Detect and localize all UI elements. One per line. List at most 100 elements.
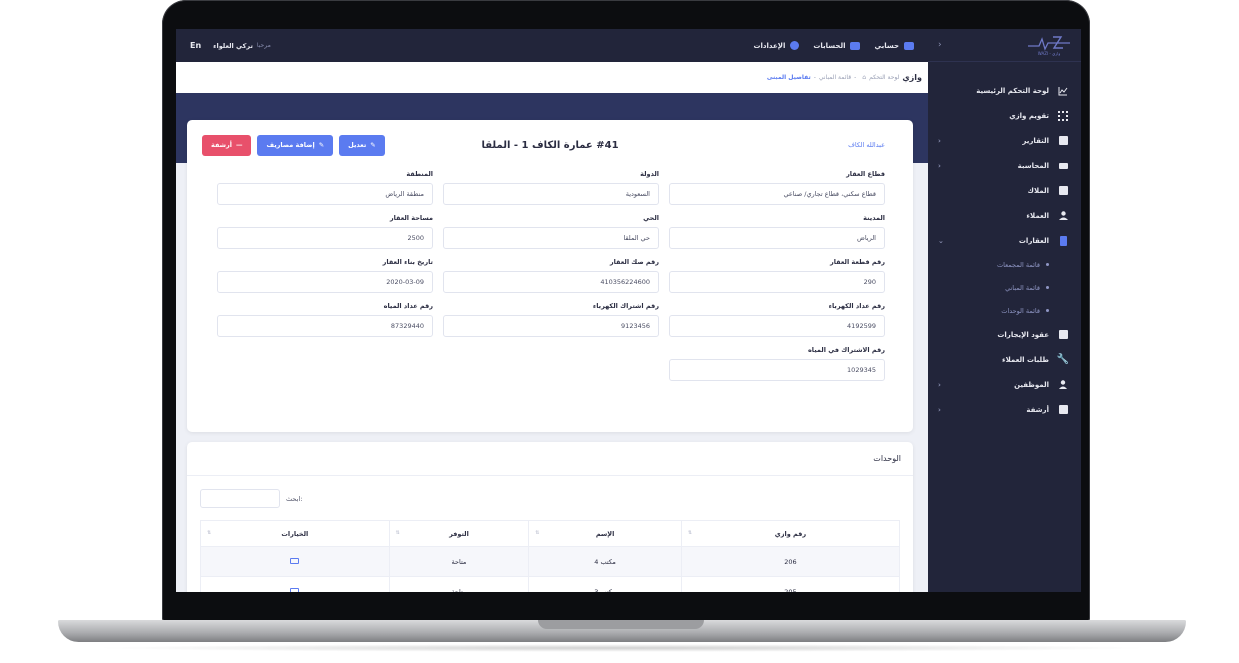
book-icon[interactable]: [290, 587, 300, 592]
column-label: رقم وازي: [774, 529, 807, 538]
building-header: عبدالله الكاف #41 عمارة الكاف 1 - الملقا…: [187, 120, 913, 170]
field-country: الدولة السعودية: [443, 170, 659, 205]
column-header[interactable]: رقم وازي ⇅: [680, 520, 901, 547]
sidebar-subitem-buildings[interactable]: قائمة المباني: [928, 276, 1081, 299]
owner-link[interactable]: عبدالله الكاف: [848, 141, 885, 149]
sidebar-item-client-requests[interactable]: 🔧 طلبات العملاء: [928, 347, 1081, 372]
field-region: المنطقة منطقة الرياض: [217, 170, 433, 205]
sidebar-subitem-complexes[interactable]: قائمة المجمعات: [928, 253, 1081, 276]
my-account-menu[interactable]: حسابي: [874, 41, 914, 50]
wallet-icon: [850, 41, 861, 50]
breadcrumb-buildings[interactable]: قائمة المباني: [819, 74, 851, 81]
sidebar-item-dashboard[interactable]: لوحة التحكم الرئيسية: [928, 78, 1081, 103]
sidebar-item-label: التقارير: [1022, 136, 1049, 145]
sidebar-item-label: الموظفين: [1014, 380, 1049, 389]
field-label: رقم صك العقار: [609, 258, 659, 266]
settings-menu[interactable]: الإعدادات: [753, 41, 800, 50]
column-header[interactable]: الخيارات ⇅: [200, 520, 390, 547]
sort-icon: ⇅: [395, 529, 400, 536]
id-card-icon: [1057, 185, 1069, 197]
field-label: المنطقة: [406, 170, 433, 178]
table-row: 205 مكتب 3 متاحة: [200, 576, 901, 592]
district-value: حي الملقا: [443, 227, 659, 249]
laptop-shadow: [90, 644, 1154, 652]
sidebar-subitem-label: قائمة الوحدات: [1001, 306, 1040, 315]
sidebar-item-properties[interactable]: العقارات ⌄: [928, 228, 1081, 253]
sidebar-item-employees[interactable]: الموظفين ‹: [928, 372, 1081, 397]
logo[interactable]: وازي - WAZI: [1027, 35, 1071, 56]
wrench-icon: 🔧: [1056, 354, 1070, 365]
chevron-left-icon: ‹: [938, 405, 941, 414]
sidebar-item-reports[interactable]: التقارير ‹: [928, 128, 1081, 153]
unit-options-cell: [200, 546, 390, 577]
sidebar-item-owners[interactable]: الملاك: [928, 178, 1081, 203]
field-water-subscription: رقم الاشتراك في المياه 1029345: [669, 346, 885, 381]
sidebar: وازي - WAZI ‹ لوحة التحكم الرئيسية تقويم…: [928, 29, 1081, 592]
unit-name-cell: مكتب 3: [528, 576, 682, 592]
sidebar-subitem-units[interactable]: قائمة الوحدات: [928, 299, 1081, 322]
sidebar-item-clients[interactable]: العملاء: [928, 203, 1081, 228]
user-name[interactable]: تركي العلواء: [213, 42, 253, 50]
edit-button-label: تعديل: [348, 141, 367, 149]
water-meter-value: 87329440: [217, 315, 433, 337]
field-label: مساحة العقار: [389, 214, 433, 222]
user-icon: [1057, 379, 1069, 391]
sidebar-item-label: طلبات العملاء: [1002, 355, 1049, 364]
bullet-icon: [1046, 286, 1049, 289]
sidebar-item-archive[interactable]: أرشفة ‹: [928, 397, 1081, 422]
book-icon[interactable]: [290, 557, 300, 564]
water-subscription-value: 1029345: [669, 359, 885, 381]
chart-line-icon: [1057, 85, 1069, 97]
sidebar-item-label: الملاك: [1027, 186, 1049, 195]
logo-mark-icon: [1028, 35, 1070, 51]
country-value: السعودية: [443, 183, 659, 205]
area-value: 2500: [217, 227, 433, 249]
breadcrumb-current: تفاصيل المبنى: [766, 74, 811, 81]
welcome-text: مرحبا: [256, 42, 271, 49]
report-file-icon: [1057, 135, 1069, 147]
collapse-sidebar-icon[interactable]: ‹: [938, 40, 942, 50]
field-deed: رقم صك العقار 410356224600: [443, 258, 659, 293]
column-label: التوفر: [449, 529, 469, 538]
field-water-meter: رقم عداد المياه 87329440: [217, 302, 433, 337]
language-switch[interactable]: En: [190, 41, 201, 50]
main-content: عبدالله الكاف #41 عمارة الكاف 1 - الملقا…: [176, 93, 928, 592]
briefcase-icon: [904, 41, 914, 50]
field-label: رقم عداد المياه: [383, 302, 433, 310]
sidebar-item-accounting[interactable]: المحاسبة ‹: [928, 153, 1081, 178]
chevron-left-icon: ‹: [938, 380, 941, 389]
user-area: مرحبا تركي العلواء En: [190, 41, 271, 50]
unit-options-cell: [200, 576, 390, 592]
sort-icon: ⇅: [207, 529, 212, 536]
add-expenses-button[interactable]: ✎ إضافة مصاريف: [257, 134, 334, 156]
sidebar-item-leases[interactable]: عقود الإيجارات: [928, 322, 1081, 347]
sort-icon: ⇅: [687, 529, 693, 536]
add-expenses-label: إضافة مصاريف: [266, 141, 315, 149]
field-label: قطاع العقار: [846, 170, 885, 178]
breadcrumb-separator: -: [813, 74, 816, 81]
unit-id-cell: 206: [680, 546, 901, 577]
breadcrumb-dashboard[interactable]: لوحة التحكم: [869, 74, 899, 81]
field-label: المدينة: [863, 214, 885, 222]
field-sector: قطاع العقار قطاع سكني، قطاع تجاري/ صناعي: [669, 170, 885, 205]
column-header[interactable]: الإسم ⇅: [528, 520, 682, 547]
column-header[interactable]: التوفر ⇅: [388, 520, 530, 547]
chevron-left-icon: ‹: [938, 136, 941, 145]
edit-button[interactable]: ✎ تعديل: [339, 134, 385, 156]
accounts-menu[interactable]: الحسابات: [813, 41, 861, 50]
breadcrumb-separator: -: [854, 74, 857, 81]
accounts-label: الحسابات: [813, 41, 846, 50]
app-screen: وازي - WAZI ‹ لوحة التحكم الرئيسية تقويم…: [176, 29, 1081, 592]
unit-name-cell: مكتب 4: [528, 546, 682, 577]
sidebar-item-label: العقارات: [1018, 236, 1049, 245]
archive-button[interactable]: — أرشفة: [202, 134, 252, 156]
field-city: المدينة الرياض: [669, 214, 885, 249]
sidebar-item-calendar[interactable]: تقويم وازي: [928, 103, 1081, 128]
units-card: الوحدات ابحث: رقم وازي ⇅ الإسم ⇅ التوفر ⇅ ا…: [187, 442, 913, 592]
field-elec-subscription: رقم اشتراك الكهرباء 9123456: [443, 302, 659, 337]
gear-icon: [790, 41, 800, 50]
topbar: حسابي الحسابات الإعدادات مرحبا تركي العل…: [176, 29, 928, 62]
plot-value: 290: [669, 271, 885, 293]
search-input[interactable]: [200, 489, 280, 508]
sidebar-menu: لوحة التحكم الرئيسية تقويم وازي التقارير…: [928, 62, 1081, 422]
